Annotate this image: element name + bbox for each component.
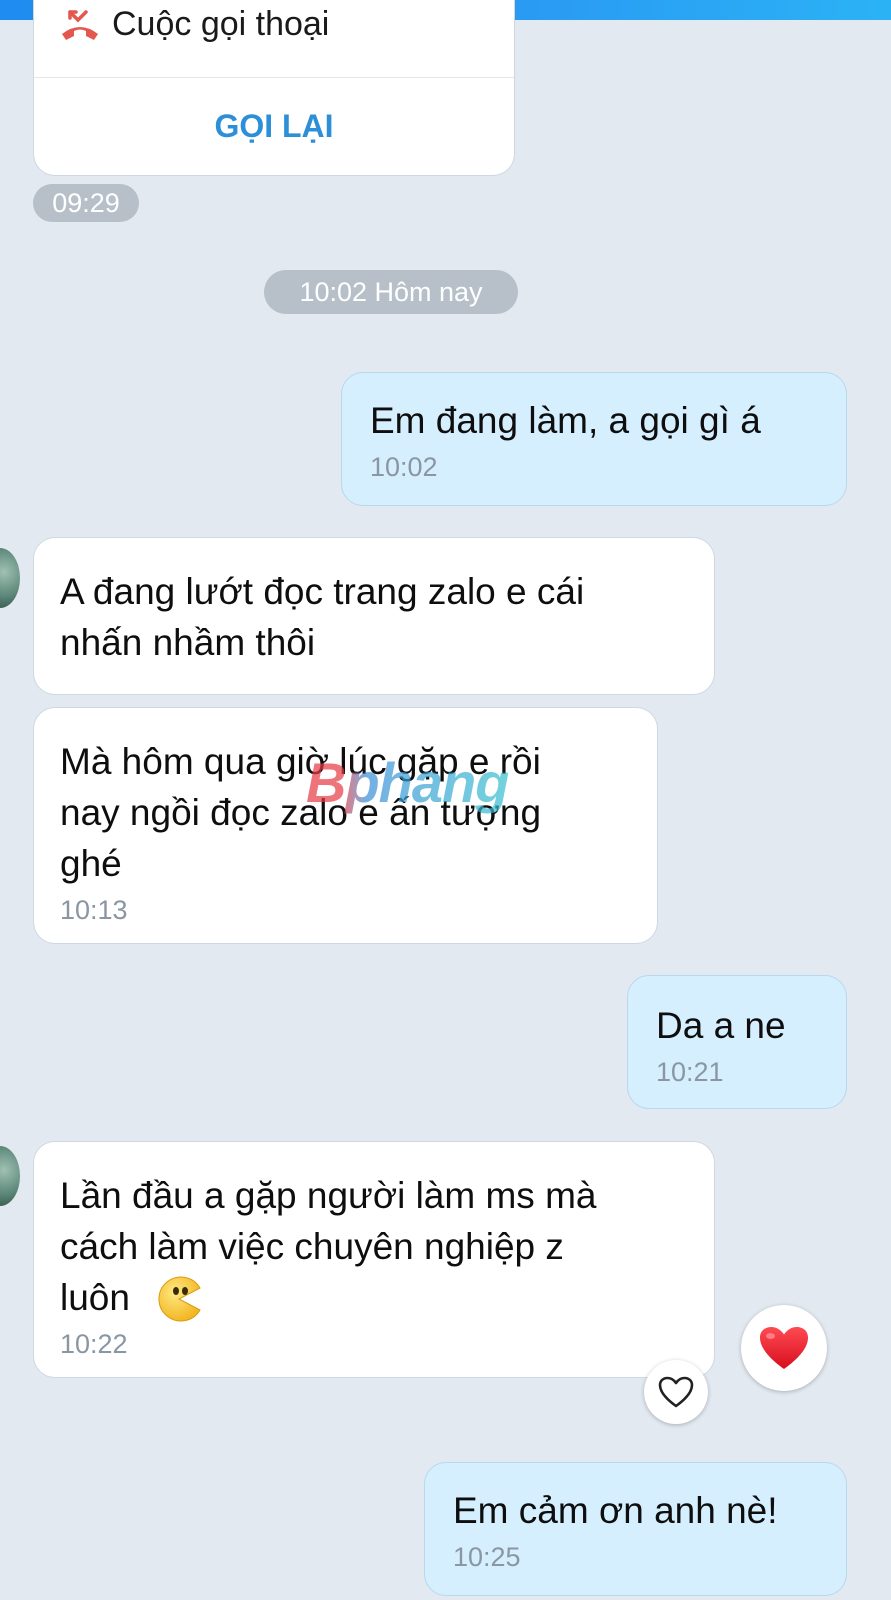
message-bubble-incoming[interactable]: A đang lướt đọc trang zalo e cái nhấn nh… (33, 537, 715, 695)
message-time: 10:25 (453, 1542, 521, 1572)
message-text: Em đang làm, a gọi gì á (370, 400, 761, 441)
call-time-badge: 09:29 (33, 184, 139, 222)
heart-reaction[interactable] (741, 1305, 827, 1391)
message-text: Da a ne (656, 1005, 786, 1046)
message-bubble-incoming[interactable]: Mà hôm qua giờ lúc gặp e rồi nay ngồi đọ… (33, 707, 658, 944)
heart-icon (760, 1327, 808, 1369)
message-text: A đang lướt đọc trang zalo e cái nhấn nh… (60, 571, 585, 663)
message-time: 10:02 (370, 452, 438, 482)
message-text: Mà hôm qua giờ lúc gặp e rồi nay ngồi đọ… (60, 741, 542, 884)
call-card-header: Cuộc gọi thoại (34, 0, 514, 78)
contact-avatar[interactable] (0, 548, 20, 608)
message-text: Lần đầu a gặp người làm ms mà cách làm v… (60, 1175, 597, 1318)
pacman-emoji (156, 1276, 202, 1322)
message-bubble-outgoing[interactable]: Em đang làm, a gọi gì á 10:02 (341, 372, 847, 506)
message-bubble-outgoing[interactable]: Da a ne 10:21 (627, 975, 847, 1109)
missed-call-icon (62, 10, 98, 40)
heart-outline-icon (658, 1376, 694, 1408)
call-card-title: Cuộc gọi thoại (112, 5, 330, 43)
missed-call-card: Cuộc gọi thoại GỌI LẠI (33, 0, 515, 176)
message-time: 10:22 (60, 1329, 128, 1359)
message-time: 10:13 (60, 895, 128, 925)
message-text: Em cảm ơn anh nè! (453, 1490, 778, 1531)
call-back-button[interactable]: GỌI LẠI (34, 78, 514, 174)
date-separator: 10:02 Hôm nay (264, 270, 518, 314)
contact-avatar[interactable] (0, 1146, 20, 1206)
message-bubble-outgoing[interactable]: Em cảm ơn anh nè! 10:25 (424, 1462, 847, 1596)
react-heart-button[interactable] (644, 1360, 708, 1424)
message-time: 10:21 (656, 1057, 724, 1087)
message-bubble-incoming[interactable]: Lần đầu a gặp người làm ms mà cách làm v… (33, 1141, 715, 1378)
